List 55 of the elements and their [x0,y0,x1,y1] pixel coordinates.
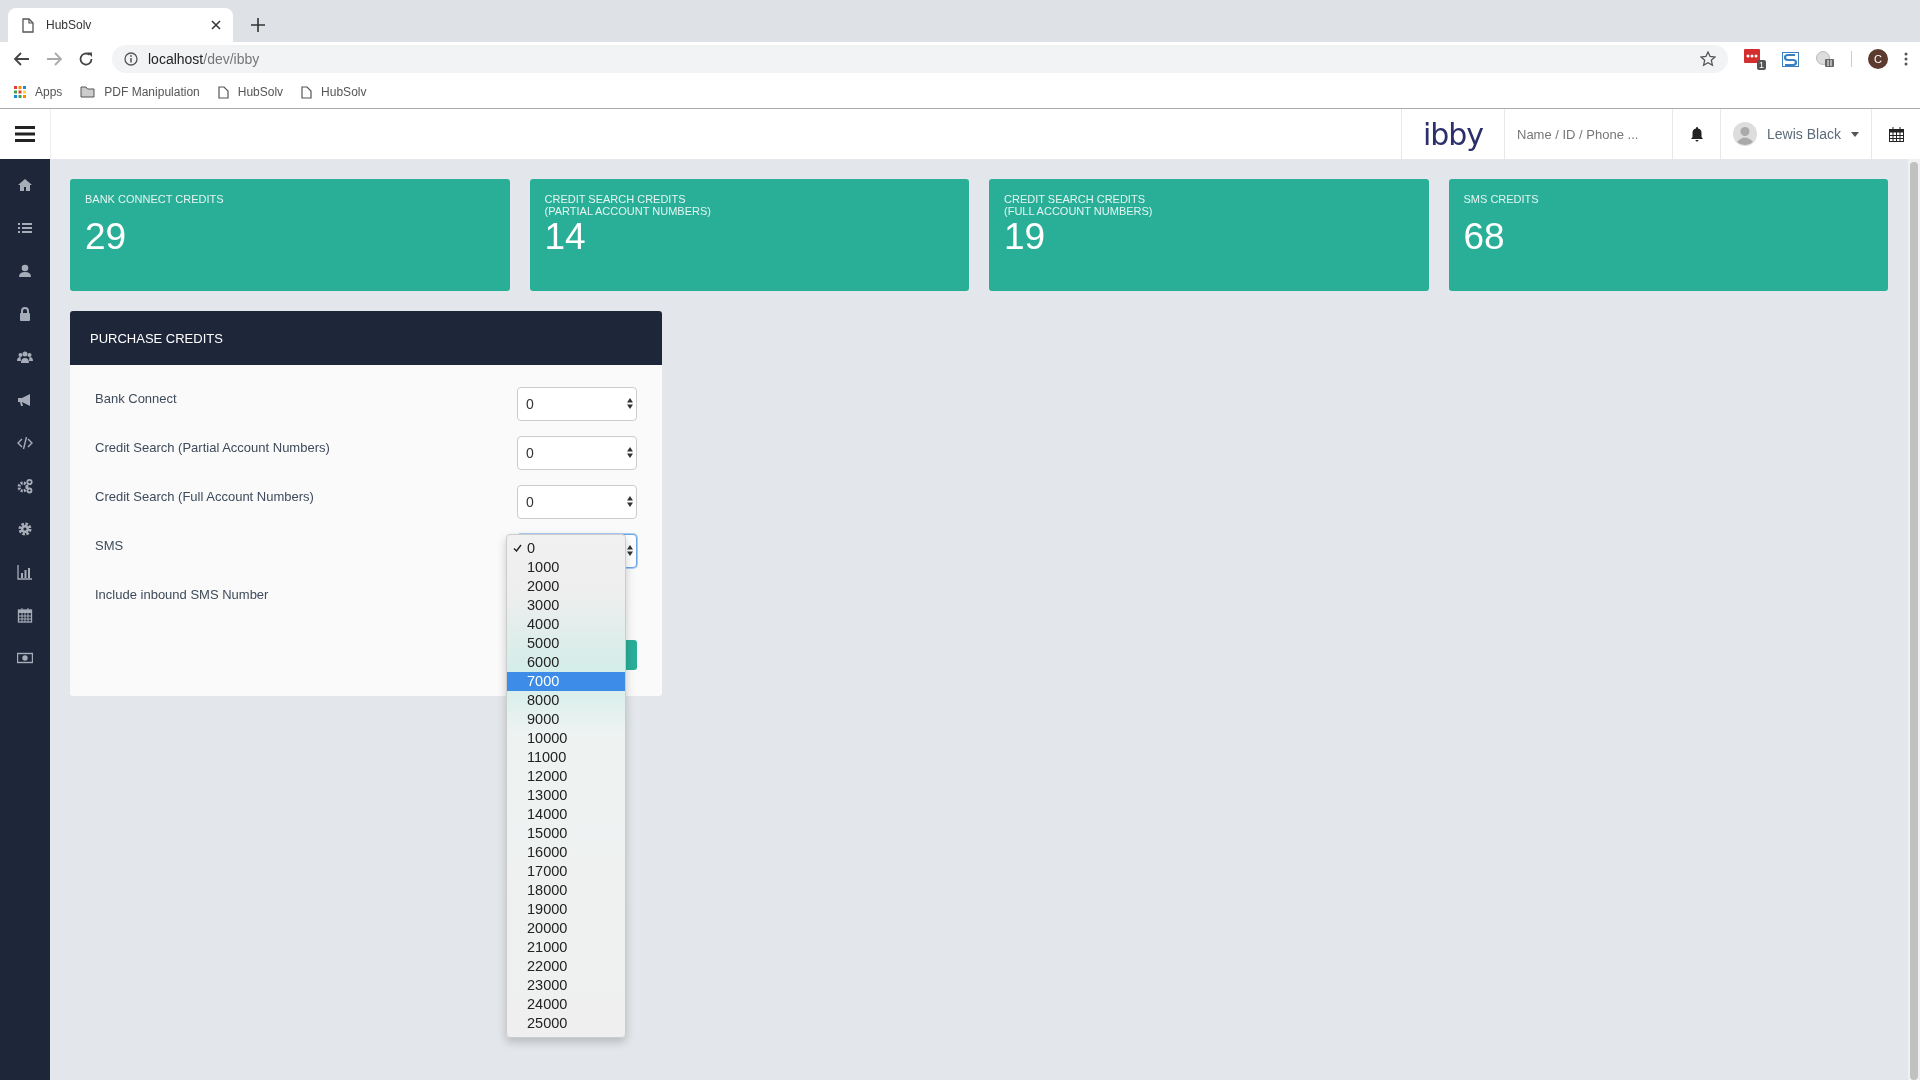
profile-avatar[interactable]: C [1868,49,1888,69]
dropdown-option[interactable]: 12000 [507,766,625,786]
address-bar[interactable]: localhost/dev/ibby [112,45,1728,73]
logo[interactable]: ibby [1422,116,1484,152]
card-title: BANK CONNECT CREDITS [85,193,225,207]
tab-title: HubSolv [46,18,93,32]
dropdown-option[interactable]: 21000 [507,937,625,957]
field-label: Include inbound SMS Number [95,587,269,602]
dropdown-option[interactable]: 23000 [507,975,625,995]
dropdown-option[interactable]: 4000 [507,614,625,634]
dropdown-option[interactable]: 1000 [507,557,625,577]
card-title: CREDIT SEARCH CREDITS (FULL ACCOUNT NUMBERS) [1004,193,1154,217]
dropdown-option[interactable]: 14000 [507,804,625,824]
dropdown-option[interactable]: 20000 [507,918,625,938]
dropdown-option[interactable]: 3000 [507,595,625,615]
card-value: 68 [1463,217,1506,257]
extension-icon[interactable]: 1 [1744,48,1766,70]
field-label: Credit Search (Partial Account Numbers) [95,440,330,455]
card-value: 14 [544,217,586,257]
bookmark[interactable]: PDF Manipulation [80,85,200,99]
dropdown-option[interactable]: 2000 [507,576,625,596]
select-field[interactable]: 0 [517,386,637,421]
dropdown-option[interactable]: 18000 [507,880,625,900]
dropdown-option[interactable]: 24000 [507,994,625,1014]
bookmark[interactable]: Apps [14,85,63,99]
dropdown-option[interactable]: 15000 [507,823,625,843]
badge: 1 [1757,59,1766,70]
browser-tab[interactable]: HubSolv [8,8,233,42]
select-field[interactable]: 0 [517,435,637,470]
dropdown-option[interactable]: 19000 [507,899,625,919]
bookmark[interactable]: HubSolv [217,85,284,99]
dropdown-option[interactable]: 11000 [507,747,625,767]
card-value: 19 [1004,217,1047,257]
field-label: Bank Connect [95,391,177,406]
user-menu[interactable]: Lewis Black [1733,122,1859,146]
select-field[interactable]: 0 [517,484,637,519]
dropdown-option[interactable]: 10000 [507,728,625,748]
url-text: localhost/dev/ibby [148,51,260,67]
dropdown-option[interactable]: 13000 [507,785,625,805]
dropdown-option[interactable]: 0 [507,538,625,558]
panel-title: PURCHASE CREDITS [90,330,223,346]
dropdown-option[interactable]: 5000 [507,633,625,653]
card-title: CREDIT SEARCH CREDITS (PARTIAL ACCOUNT NUMBERS) [544,193,712,217]
dropdown-option[interactable]: 25000 [507,1013,625,1033]
card-title: SMS CREDITS [1463,193,1540,207]
card-value: 29 [85,217,128,257]
dropdown-option[interactable]: 16000 [507,842,625,862]
field-label: Credit Search (Full Account Numbers) [95,489,314,504]
field-label: SMS [95,538,124,553]
dropdown-option[interactable]: 22000 [507,956,625,976]
dropdown-option[interactable]: 9000 [507,709,625,729]
bookmark[interactable]: HubSolv [301,85,367,99]
dropdown-option[interactable]: 8000 [507,690,625,710]
dropdown-option[interactable]: 17000 [507,861,625,881]
dropdown-option[interactable]: 6000 [507,652,625,672]
